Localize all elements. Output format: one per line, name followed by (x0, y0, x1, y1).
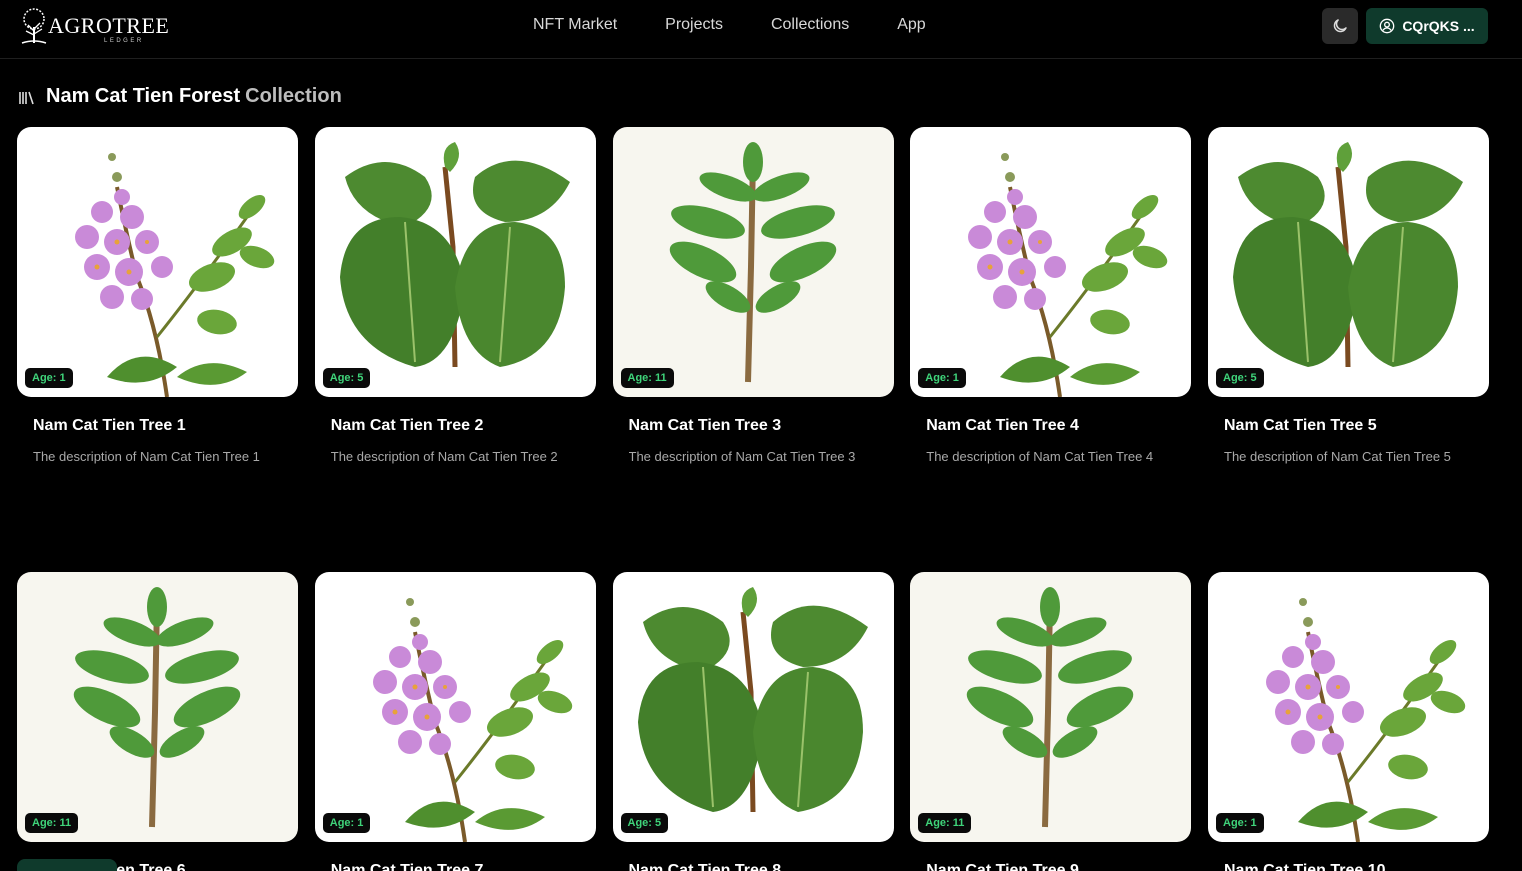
nav-app[interactable]: App (897, 16, 925, 34)
nft-card[interactable]: Age: 11Nam Cat Tien Tree 9The descriptio… (910, 572, 1192, 871)
nft-thumbnail[interactable]: Age: 5 (612, 572, 894, 842)
age-badge: Age: 1 (918, 368, 966, 388)
age-badge: Age: 11 (918, 813, 972, 833)
nft-card[interactable]: Age: 11 Nam Cat Tien Tree 3 The descriptio… (612, 127, 894, 464)
collection-title: Nam Cat Tien Forest (46, 85, 241, 107)
age-badge: Age: 5 (322, 368, 371, 388)
nft-card-title[interactable]: Nam Cat Tien Tree 10 (1224, 862, 1489, 871)
load-more-button[interactable] (17, 859, 117, 871)
flowering-branch-illustration (75, 153, 275, 397)
nft-thumbnail[interactable]: Age: 1 (17, 127, 298, 397)
nft-thumbnail[interactable]: Age: 11 (17, 572, 298, 842)
logo-text: AGROTREE (48, 13, 170, 38)
nft-card[interactable]: Age: 1 Nam Cat Tien Tree 4 The description… (910, 127, 1192, 464)
sapling-illustration (669, 142, 836, 383)
wallet-account-button[interactable]: CQrQKS ... (1366, 8, 1488, 44)
tree-logo-icon (21, 8, 47, 44)
top-navbar: AGROTREE LEDGER NFT Market Projects Coll… (0, 0, 1522, 59)
nav-projects[interactable]: Projects (665, 16, 723, 34)
moon-icon (1333, 19, 1347, 33)
nft-card-title[interactable]: Nam Cat Tien Tree 1 (33, 417, 298, 435)
nft-card-title[interactable]: Nam Cat Tien Tree 4 (926, 417, 1191, 435)
nft-thumbnail[interactable]: Age: 11 (910, 572, 1192, 842)
nft-thumbnail[interactable]: Age: 1 (910, 127, 1192, 397)
nft-thumbnail[interactable]: Age: 1 (314, 572, 596, 842)
flowering-branch-illustration (372, 598, 573, 842)
flowering-branch-illustration (1266, 598, 1466, 842)
nft-card-title[interactable]: Nam Cat Tien Tree 2 (331, 417, 596, 435)
age-badge: Age: 1 (25, 368, 73, 388)
age-badge: Age: 5 (1216, 368, 1264, 388)
nft-card-title[interactable]: Nam Cat Tien Tree 7 (331, 862, 596, 871)
age-badge: Age: 1 (322, 813, 371, 833)
nft-card[interactable]: Age: 5Nam Cat Tien Tree 8The description… (612, 572, 894, 871)
flowering-branch-illustration (968, 153, 1168, 397)
age-badge: Age: 11 (620, 368, 674, 388)
heart-leaves-illustration (339, 142, 570, 368)
nft-card[interactable]: Age: 1Nam Cat Tien Tree 7The description… (314, 572, 596, 871)
nft-card[interactable]: Age: 11Nam Cat Tien Tree 6The descriptio… (17, 572, 298, 871)
sapling-illustration (73, 587, 241, 828)
nav-nft-market[interactable]: NFT Market (533, 16, 617, 34)
nft-thumbnail[interactable]: Age: 11 (612, 127, 894, 397)
collection-title-suffix: Collection (245, 85, 342, 107)
heart-leaves-illustration (637, 587, 868, 813)
main-nav: NFT Market Projects Collections App (533, 16, 926, 34)
nft-card-title[interactable]: Nam Cat Tien Tree 5 (1224, 417, 1489, 435)
nft-card-description: The description of Nam Cat Tien Tree 3 (628, 449, 856, 464)
age-badge: Age: 5 (620, 813, 669, 833)
nft-card-grid: Age: 1 Nam Cat Tien Tree 1 The description… (17, 127, 1489, 871)
nft-card-description: The description of Nam Cat Tien Tree 4 (926, 449, 1154, 464)
nft-card-title[interactable]: Nam Cat Tien Tree 9 (926, 862, 1191, 871)
nft-card[interactable]: Age: 1Nam Cat Tien Tree 10The descriptio… (1208, 572, 1489, 871)
nft-card-title[interactable]: Nam Cat Tien Tree 3 (629, 417, 894, 435)
sapling-illustration (967, 587, 1134, 828)
user-circle-icon (1379, 18, 1395, 34)
age-badge: Age: 1 (1216, 813, 1264, 833)
nft-card[interactable]: Age: 5 Nam Cat Tien Tree 2 The description… (314, 127, 596, 464)
nft-thumbnail[interactable]: Age: 5 (1208, 127, 1489, 397)
nft-thumbnail[interactable]: Age: 1 (1208, 572, 1489, 842)
theme-toggle-button[interactable] (1322, 8, 1358, 44)
age-badge: Age: 11 (25, 813, 79, 833)
nft-card-description: The description of Nam Cat Tien Tree 2 (330, 449, 558, 464)
nft-card-title[interactable]: Nam Cat Tien Tree 8 (629, 862, 894, 871)
nft-card[interactable]: Age: 1 Nam Cat Tien Tree 1 The description… (17, 127, 298, 464)
nft-card[interactable]: Age: 5 Nam Cat Tien Tree 5 The description… (1208, 127, 1489, 464)
nft-card-description: The description of Nam Cat Tien Tree 5 (1224, 449, 1451, 464)
library-icon (19, 91, 34, 104)
wallet-address-label: CQrQKS ... (1402, 18, 1475, 34)
agrotree-logo[interactable]: AGROTREE LEDGER (18, 7, 169, 47)
nav-collections[interactable]: Collections (771, 16, 849, 34)
nft-card-description: The description of Nam Cat Tien Tree 1 (33, 449, 260, 464)
logo-subtext: LEDGER (104, 38, 144, 44)
nft-thumbnail[interactable]: Age: 5 (314, 127, 596, 397)
collection-heading: Nam Cat Tien Forest Collection (18, 85, 342, 108)
heart-leaves-illustration (1233, 142, 1463, 368)
